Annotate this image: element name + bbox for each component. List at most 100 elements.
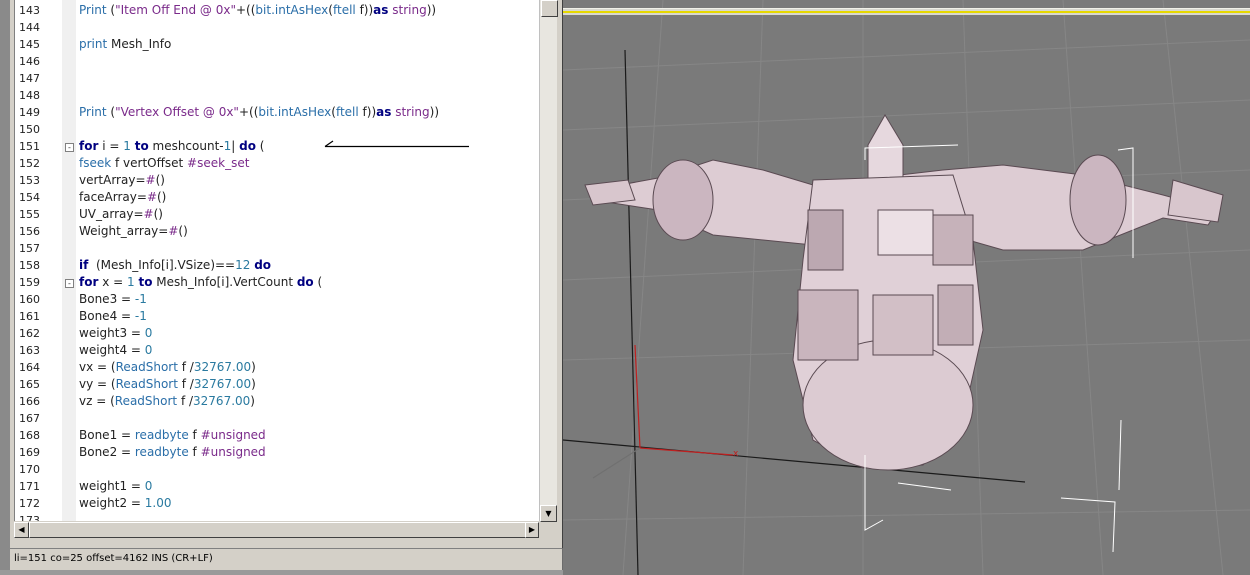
line-number: 149	[19, 106, 40, 119]
transform-gizmo	[592, 344, 734, 479]
line-number: 164	[19, 361, 40, 374]
line-number: 160	[19, 293, 40, 306]
viewport-scene: x	[563, 0, 1250, 575]
scroll-left-button[interactable]: ◀	[14, 522, 29, 538]
maxscript-editor-window: 143 Print ("Item Off End @ 0x"+((bit.intA…	[10, 0, 563, 548]
3d-viewport[interactable]: x	[563, 0, 1250, 575]
code-line[interactable]: 150	[15, 121, 539, 138]
code-text: weight4 = 0	[79, 343, 153, 357]
scroll-right-button[interactable]: ▶	[525, 522, 539, 538]
code-line[interactable]: 167	[15, 410, 539, 427]
code-text: vy = (ReadShort f /32767.00)	[79, 377, 256, 391]
cursor-status-text: li=151 co=25 offset=4162 INS (CR+LF)	[14, 553, 213, 564]
code-text: Weight_array=#()	[79, 224, 188, 238]
code-line[interactable]: 148	[15, 87, 539, 104]
line-number: 161	[19, 310, 40, 323]
code-line[interactable]: 144	[15, 19, 539, 36]
code-text: fseek f vertOffset #seek_set	[79, 156, 250, 170]
gizmo-x-label: x	[733, 449, 739, 459]
code-text: print Mesh_Info	[79, 37, 172, 51]
code-line[interactable]: 145 print Mesh_Info	[15, 36, 539, 53]
line-number: 166	[19, 395, 40, 408]
code-line[interactable]: 168 Bone1 = readbyte f #unsigned	[15, 427, 539, 444]
code-line[interactable]: 165 vy = (ReadShort f /32767.00)	[15, 376, 539, 393]
code-line[interactable]: 146	[15, 53, 539, 70]
code-text: Bone2 = readbyte f #unsigned	[79, 445, 266, 459]
code-line[interactable]: 171 weight1 = 0	[15, 478, 539, 495]
horizontal-scroll-thumb[interactable]	[29, 522, 527, 538]
status-bar: li=151 co=25 offset=4162 INS (CR+LF)	[10, 548, 562, 571]
line-number: 144	[19, 21, 40, 34]
line-number: 156	[19, 225, 40, 238]
line-number: 153	[19, 174, 40, 187]
code-line[interactable]: 161 Bone4 = -1	[15, 308, 539, 325]
line-number: 148	[19, 89, 40, 102]
code-line[interactable]: 147	[15, 70, 539, 87]
line-number: 155	[19, 208, 40, 221]
fold-toggle-icon[interactable]: -	[65, 279, 74, 288]
line-number: 162	[19, 327, 40, 340]
line-number: 170	[19, 463, 40, 476]
code-line[interactable]: 166 vz = (ReadShort f /32767.00)	[15, 393, 539, 410]
scroll-down-button[interactable]: ▼	[540, 505, 557, 522]
line-number: 171	[19, 480, 40, 493]
line-number: 147	[19, 72, 40, 85]
code-line[interactable]: 151 - for i = 1 to meshcount-1| do (	[15, 138, 539, 155]
code-text: Bone1 = readbyte f #unsigned	[79, 428, 266, 442]
code-text: weight1 = 0	[79, 479, 153, 493]
code-line[interactable]: 156 Weight_array=#()	[15, 223, 539, 240]
code-line[interactable]: 162 weight3 = 0	[15, 325, 539, 342]
horizontal-scrollbar[interactable]: ◀ ▶	[14, 522, 539, 538]
code-editor[interactable]: 143 Print ("Item Off End @ 0x"+((bit.intA…	[14, 0, 539, 521]
code-text: if (Mesh_Info[i].VSize)==12 do	[79, 258, 272, 272]
line-number: 167	[19, 412, 40, 425]
viewport-header-bar	[563, 8, 1250, 15]
code-line[interactable]: 157	[15, 240, 539, 257]
code-text: for x = 1 to Mesh_Info[i].VertCount do (	[79, 275, 323, 289]
code-line[interactable]: 158 if (Mesh_Info[i].VSize)==12 do	[15, 257, 539, 274]
code-line[interactable]: 173	[15, 512, 539, 521]
line-number: 154	[19, 191, 40, 204]
fold-toggle-icon[interactable]: -	[65, 143, 74, 152]
line-number: 163	[19, 344, 40, 357]
code-line[interactable]: 159 - for x = 1 to Mesh_Info[i].VertCount …	[15, 274, 539, 291]
line-number: 165	[19, 378, 40, 391]
code-text: vertArray=#()	[79, 173, 165, 187]
character-model	[584, 114, 1224, 471]
line-number: 157	[19, 242, 40, 255]
line-number: 146	[19, 55, 40, 68]
code-text: Bone4 = -1	[79, 309, 147, 323]
code-line[interactable]: 153 vertArray=#()	[15, 172, 539, 189]
code-line[interactable]: 155 UV_array=#()	[15, 206, 539, 223]
background-bottom-strip	[0, 570, 563, 575]
code-line[interactable]: 154 faceArray=#()	[15, 189, 539, 206]
line-number: 143	[19, 4, 40, 17]
code-text: weight2 = 1.00	[79, 496, 172, 510]
code-text: weight3 = 0	[79, 326, 153, 340]
code-line[interactable]: 169 Bone2 = readbyte f #unsigned	[15, 444, 539, 461]
code-text: Print ("Vertex Offset @ 0x"+((bit.intAsH…	[79, 105, 440, 119]
line-number: 168	[19, 429, 40, 442]
code-line[interactable]: 164 vx = (ReadShort f /32767.00)	[15, 359, 539, 376]
code-text: Print ("Item Off End @ 0x"+((bit.intAsHe…	[79, 3, 437, 17]
line-number: 150	[19, 123, 40, 136]
code-line[interactable]: 172 weight2 = 1.00	[15, 495, 539, 512]
line-number: 152	[19, 157, 40, 170]
code-line[interactable]: 152 fseek f vertOffset #seek_set	[15, 155, 539, 172]
code-line[interactable]: 170	[15, 461, 539, 478]
code-text: Bone3 = -1	[79, 292, 147, 306]
code-text: vx = (ReadShort f /32767.00)	[79, 360, 256, 374]
vertical-scrollbar[interactable]: ▼	[539, 0, 558, 522]
line-number: 159	[19, 276, 40, 289]
line-number: 173	[19, 514, 40, 521]
code-line[interactable]: 160 Bone3 = -1	[15, 291, 539, 308]
code-text: faceArray=#()	[79, 190, 167, 204]
line-number: 145	[19, 38, 40, 51]
line-number: 151	[19, 140, 40, 153]
vertical-scroll-thumb[interactable]	[541, 0, 558, 17]
code-line[interactable]: 149 Print ("Vertex Offset @ 0x"+((bit.int…	[15, 104, 539, 121]
code-line[interactable]: 143 Print ("Item Off End @ 0x"+((bit.intA…	[15, 2, 539, 19]
line-number: 172	[19, 497, 40, 510]
code-line[interactable]: 163 weight4 = 0	[15, 342, 539, 359]
code-text: for i = 1 to meshcount-1| do (	[79, 139, 265, 153]
